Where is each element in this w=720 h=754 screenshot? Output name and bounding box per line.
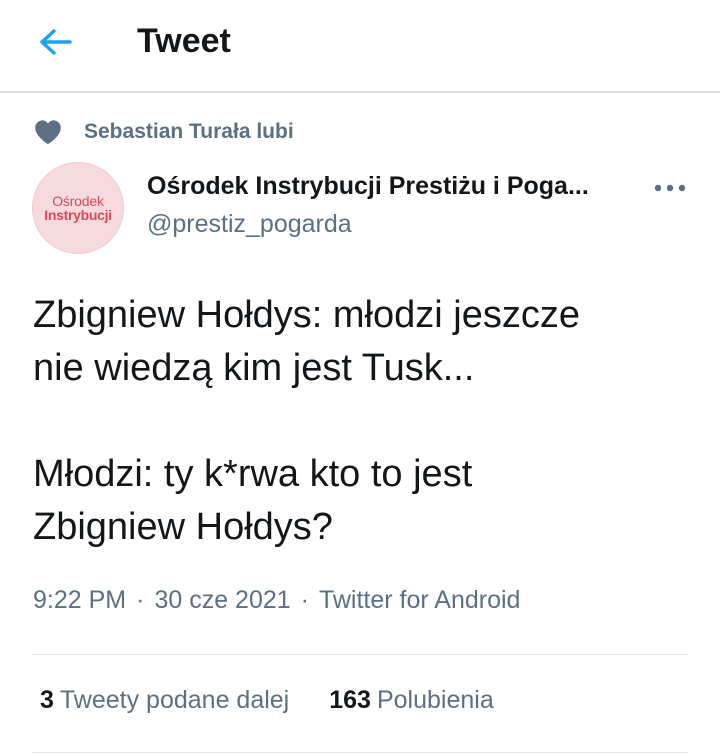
divider	[32, 654, 688, 655]
divider	[32, 752, 688, 753]
tweet-date[interactable]: 30 cze 2021	[154, 586, 290, 614]
retweets-count: 3	[40, 686, 54, 714]
social-context[interactable]: Sebastian Turała lubi	[34, 116, 294, 148]
tweet-line: Zbigniew Hołdys: młodzi jeszcze	[33, 294, 580, 336]
avatar[interactable]: Ośrodek Instrybucji	[32, 162, 124, 254]
meta-separator: ·	[136, 586, 145, 614]
tweet-stats: 3 Tweety podane dalej 163 Polubienia	[40, 686, 494, 715]
top-bar: Tweet	[0, 0, 720, 93]
tweet-meta: 9:22 PM · 30 cze 2021 · Twitter for Android	[33, 586, 520, 615]
social-context-label: Sebastian Turała lubi	[84, 120, 294, 143]
likes-stat[interactable]: 163 Polubienia	[329, 686, 493, 715]
likes-count: 163	[329, 686, 371, 714]
retweets-label: Tweety podane dalej	[59, 686, 290, 714]
tweet-line: Zbigniew Hołdys?	[33, 506, 333, 548]
arrow-left-icon	[40, 29, 72, 55]
back-button[interactable]	[34, 22, 78, 62]
tweet-time[interactable]: 9:22 PM	[33, 586, 126, 614]
author-name[interactable]: Ośrodek Instrybucji Prestiżu i Poga...	[147, 172, 589, 201]
author-handle[interactable]: @prestiz_pogarda	[147, 210, 352, 239]
tweet-line: Młodzi: ty k*rwa kto to jest	[33, 453, 473, 495]
likes-label: Polubienia	[376, 686, 494, 714]
avatar-text-line2: Instrybucji	[44, 206, 112, 223]
tweet-line: nie wiedzą kim jest Tusk...	[33, 347, 475, 389]
tweet-text: Zbigniew Hołdys: młodzi jeszcze nie wied…	[33, 289, 693, 554]
tweet-source[interactable]: Twitter for Android	[319, 586, 520, 614]
more-options-button[interactable]	[650, 174, 690, 202]
retweets-stat[interactable]: 3 Tweety podane dalej	[40, 686, 289, 715]
meta-separator: ·	[300, 586, 309, 614]
more-dots-icon	[654, 184, 686, 192]
heart-icon	[34, 118, 62, 146]
page-title: Tweet	[137, 22, 231, 60]
avatar-text-line1: Ośrodek	[52, 192, 104, 209]
